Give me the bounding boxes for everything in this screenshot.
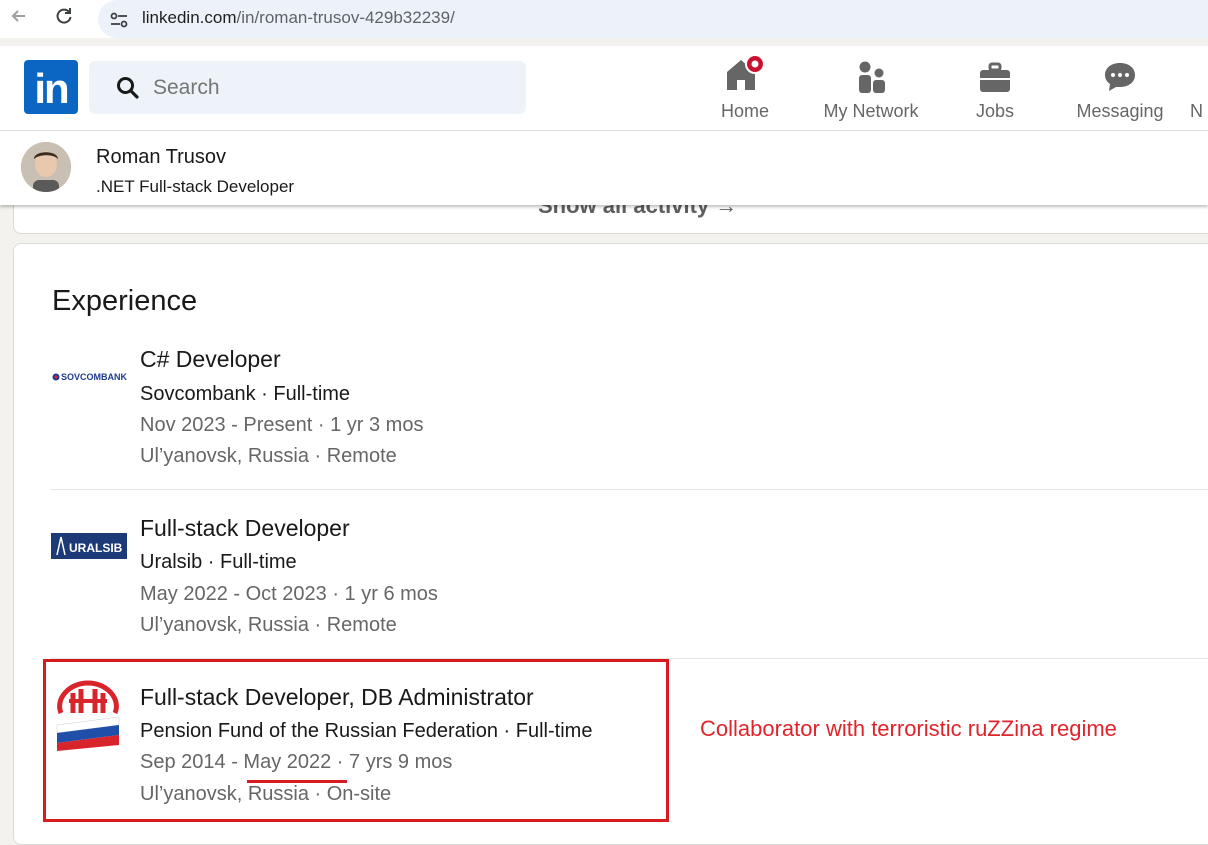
divider <box>51 489 1208 490</box>
nav-home[interactable]: Home <box>716 54 774 122</box>
avatar[interactable] <box>21 142 71 192</box>
search-icon <box>115 75 141 106</box>
sovcombank-logo[interactable]: SOVCOMBANK <box>51 346 129 406</box>
experience-title[interactable]: Full-stack Developer <box>140 515 350 542</box>
reload-icon[interactable] <box>51 6 77 32</box>
url-text: linkedin.com/in/roman-trusov-429b32239/ <box>142 8 455 27</box>
nav-jobs-label: Jobs <box>975 101 1015 121</box>
notifications-icon <box>1190 56 1208 94</box>
nav-my-network[interactable]: My Network <box>818 56 924 122</box>
experience-company: Sovcombank · Full-time <box>140 383 351 405</box>
highlight-underline <box>247 780 347 783</box>
uralsib-logo[interactable]: URALSIB <box>51 515 129 575</box>
search-box[interactable] <box>89 61 526 114</box>
experience-company: Uralsib · Full-time <box>140 551 297 573</box>
nav-home-label: Home <box>720 101 769 121</box>
nav-messaging-label: Messaging <box>1076 101 1164 121</box>
experience-section-title: Experience <box>52 285 198 317</box>
nav-notifications[interactable]: N <box>1190 56 1208 122</box>
address-bar[interactable]: linkedin.com/in/roman-trusov-429b32239/ <box>98 0 1208 38</box>
browser-toolbar: linkedin.com/in/roman-trusov-429b32239/ <box>0 0 1208 38</box>
experience-dates: May 2022 - Oct 2023 · 1 yr 6 mos <box>140 583 438 605</box>
profile-name: Roman Trusov <box>96 146 227 168</box>
message-icon <box>1073 56 1167 94</box>
nav-messaging[interactable]: Messaging <box>1073 56 1167 122</box>
briefcase-icon <box>970 56 1020 94</box>
svg-text:URALSIB: URALSIB <box>69 541 123 555</box>
experience-location: Ul’yanovsk, Russia · Remote <box>140 614 397 636</box>
experience-dates: Nov 2023 - Present · 1 yr 3 mos <box>140 414 424 436</box>
nav-jobs[interactable]: Jobs <box>970 56 1020 122</box>
experience-title[interactable]: C# Developer <box>140 346 281 373</box>
svg-text:SOVCOMBANK: SOVCOMBANK <box>61 372 128 382</box>
experience-location: Ul’yanovsk, Russia · Remote <box>140 445 397 467</box>
back-arrow-icon[interactable] <box>6 6 32 32</box>
nav-notifications-label: N <box>1190 101 1203 121</box>
site-settings-icon[interactable] <box>108 9 130 36</box>
network-icon <box>818 56 924 94</box>
highlight-rectangle <box>43 659 669 822</box>
nav-my-network-label: My Network <box>823 101 919 121</box>
search-input[interactable] <box>151 75 485 101</box>
sticky-profile-bar: Roman Trusov .NET Full-stack Developer <box>0 131 1208 205</box>
profile-headline: .NET Full-stack Developer <box>96 177 295 196</box>
annotation-text: Collaborator with terroristic ruZZina re… <box>700 716 1117 741</box>
home-icon <box>716 54 774 94</box>
linkedin-global-nav: in Home My Network <box>0 46 1208 131</box>
linkedin-logo[interactable]: in <box>24 60 78 114</box>
